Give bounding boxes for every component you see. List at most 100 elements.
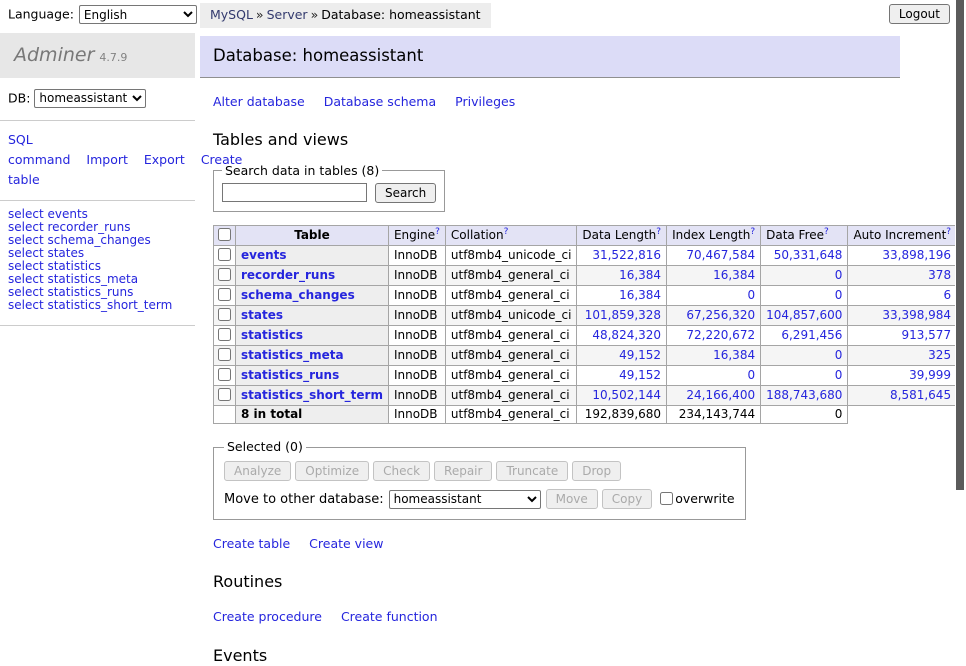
check-button[interactable]: Check — [373, 461, 430, 481]
index-length-link[interactable]: 70,467,584 — [686, 248, 755, 262]
sidebar-link-select-schema_changes[interactable]: select schema_changes — [8, 233, 151, 247]
create-link-create-table[interactable]: Create table — [213, 536, 290, 551]
sidebar-link-select-events[interactable]: select events — [8, 207, 88, 221]
table-link-statistics_meta[interactable]: statistics_meta — [241, 348, 344, 362]
truncate-button[interactable]: Truncate — [496, 461, 568, 481]
sidebar-link-select-statistics_runs[interactable]: select statistics_runs — [8, 285, 133, 299]
drop-button[interactable]: Drop — [572, 461, 621, 481]
index-length-link[interactable]: 0 — [747, 368, 755, 382]
breadcrumb-link-mysql[interactable]: MySQL — [210, 7, 253, 22]
data-free-link[interactable]: 6,291,456 — [781, 328, 842, 342]
sidebar-action-import[interactable]: Import — [86, 152, 128, 167]
scrollbar-track[interactable] — [955, 0, 966, 543]
index-length-link[interactable]: 16,384 — [713, 348, 755, 362]
select-all-checkbox[interactable] — [218, 228, 231, 241]
move-db-select[interactable]: homeassistant — [389, 490, 541, 509]
auto-increment-link[interactable]: 325 — [928, 348, 951, 362]
sidebar-table-links: select eventsselect recorder_runsselect … — [0, 201, 195, 326]
copy-button[interactable]: Copy — [602, 489, 652, 509]
data-length-link[interactable]: 16,384 — [619, 288, 661, 302]
table-link-events[interactable]: events — [241, 248, 287, 262]
db-link-database-schema[interactable]: Database schema — [324, 94, 436, 109]
data-free-link[interactable]: 50,331,648 — [774, 248, 843, 262]
table-link-schema_changes[interactable]: schema_changes — [241, 288, 355, 302]
auto-increment-link[interactable]: 6 — [943, 288, 951, 302]
analyze-button[interactable]: Analyze — [224, 461, 291, 481]
sidebar-link-select-statistics[interactable]: select statistics — [8, 259, 101, 273]
sidebar-link-select-states[interactable]: select states — [8, 246, 84, 260]
help-link[interactable]: ? — [656, 227, 661, 237]
row-checkbox[interactable] — [218, 248, 231, 261]
data-length-link[interactable]: 16,384 — [619, 268, 661, 282]
sidebar-action-export[interactable]: Export — [144, 152, 185, 167]
row-check-cell — [214, 245, 236, 265]
sidebar-action-sql-command[interactable]: SQL command — [8, 132, 70, 167]
data-length-link[interactable]: 48,824,320 — [592, 328, 661, 342]
data-free-link[interactable]: 0 — [835, 348, 843, 362]
index-length-link[interactable]: 72,220,672 — [686, 328, 755, 342]
overwrite-checkbox[interactable] — [660, 492, 673, 505]
help-link[interactable]: ? — [504, 227, 509, 237]
data-free-link[interactable]: 188,743,680 — [766, 388, 842, 402]
data-length-link[interactable]: 49,152 — [619, 368, 661, 382]
search-button[interactable]: Search — [375, 183, 436, 203]
auto-increment-link[interactable]: 33,898,196 — [882, 248, 951, 262]
index-length-link[interactable]: 24,166,400 — [686, 388, 755, 402]
index-length-cell: 0 — [667, 365, 761, 385]
data-free-link[interactable]: 0 — [835, 368, 843, 382]
create-links: Create table Create view — [213, 536, 900, 552]
breadcrumb-link-server[interactable]: Server — [267, 7, 308, 22]
data-free-link[interactable]: 0 — [835, 288, 843, 302]
data-free-link[interactable]: 0 — [835, 268, 843, 282]
index-length-link[interactable]: 0 — [747, 288, 755, 302]
optimize-button[interactable]: Optimize — [295, 461, 369, 481]
help-link[interactable]: ? — [824, 227, 829, 237]
help-link[interactable]: ? — [435, 227, 440, 237]
auto-increment-link[interactable]: 8,581,645 — [890, 388, 951, 402]
help-link[interactable]: ? — [946, 227, 951, 237]
row-checkbox[interactable] — [218, 268, 231, 281]
index-length-link[interactable]: 16,384 — [713, 268, 755, 282]
data-length-link[interactable]: 49,152 — [619, 348, 661, 362]
data-free-link[interactable]: 104,857,600 — [766, 308, 842, 322]
auto-increment-link[interactable]: 913,577 — [901, 328, 951, 342]
row-checkbox[interactable] — [218, 328, 231, 341]
row-checkbox[interactable] — [218, 348, 231, 361]
help-link[interactable]: ? — [750, 227, 755, 237]
sidebar-link-select-statistics_short_term[interactable]: select statistics_short_term — [8, 298, 172, 312]
index-length-cell: 70,467,584 — [667, 245, 761, 265]
sidebar-link-select-recorder_runs[interactable]: select recorder_runs — [8, 220, 131, 234]
auto-increment-link[interactable]: 39,999 — [909, 368, 951, 382]
selected-fieldset: Selected (0) AnalyzeOptimizeCheckRepairT… — [213, 439, 746, 520]
row-checkbox[interactable] — [218, 288, 231, 301]
table-link-recorder_runs[interactable]: recorder_runs — [241, 268, 335, 282]
auto-increment-link[interactable]: 378 — [928, 268, 951, 282]
create-link-create-view[interactable]: Create view — [309, 536, 383, 551]
search-fieldset: Search data in tables (8) Search — [213, 163, 445, 212]
row-checkbox[interactable] — [218, 388, 231, 401]
data-length-link[interactable]: 101,859,328 — [585, 308, 661, 322]
scrollbar-thumb[interactable] — [956, 0, 964, 490]
routine-link-create-function[interactable]: Create function — [341, 609, 438, 624]
auto-increment-link[interactable]: 33,398,984 — [882, 308, 951, 322]
db-link-alter-database[interactable]: Alter database — [213, 94, 305, 109]
db-select[interactable]: homeassistant — [34, 89, 146, 108]
table-link-statistics_short_term[interactable]: statistics_short_term — [241, 388, 383, 402]
sidebar-link-select-statistics_meta[interactable]: select statistics_meta — [8, 272, 138, 286]
search-input[interactable] — [222, 183, 367, 202]
table-link-statistics_runs[interactable]: statistics_runs — [241, 368, 339, 382]
logout-button[interactable]: Logout — [889, 4, 950, 24]
index-length-link[interactable]: 67,256,320 — [686, 308, 755, 322]
language-select[interactable]: English — [79, 5, 197, 24]
data-length-link[interactable]: 31,522,816 — [592, 248, 661, 262]
collation-cell: utf8mb4_general_ci — [445, 365, 577, 385]
table-link-states[interactable]: states — [241, 308, 283, 322]
move-button[interactable]: Move — [546, 489, 598, 509]
routine-link-create-procedure[interactable]: Create procedure — [213, 609, 322, 624]
data-length-link[interactable]: 10,502,144 — [592, 388, 661, 402]
db-link-privileges[interactable]: Privileges — [455, 94, 515, 109]
table-link-statistics[interactable]: statistics — [241, 328, 303, 342]
row-checkbox[interactable] — [218, 308, 231, 321]
repair-button[interactable]: Repair — [434, 461, 492, 481]
row-checkbox[interactable] — [218, 368, 231, 381]
